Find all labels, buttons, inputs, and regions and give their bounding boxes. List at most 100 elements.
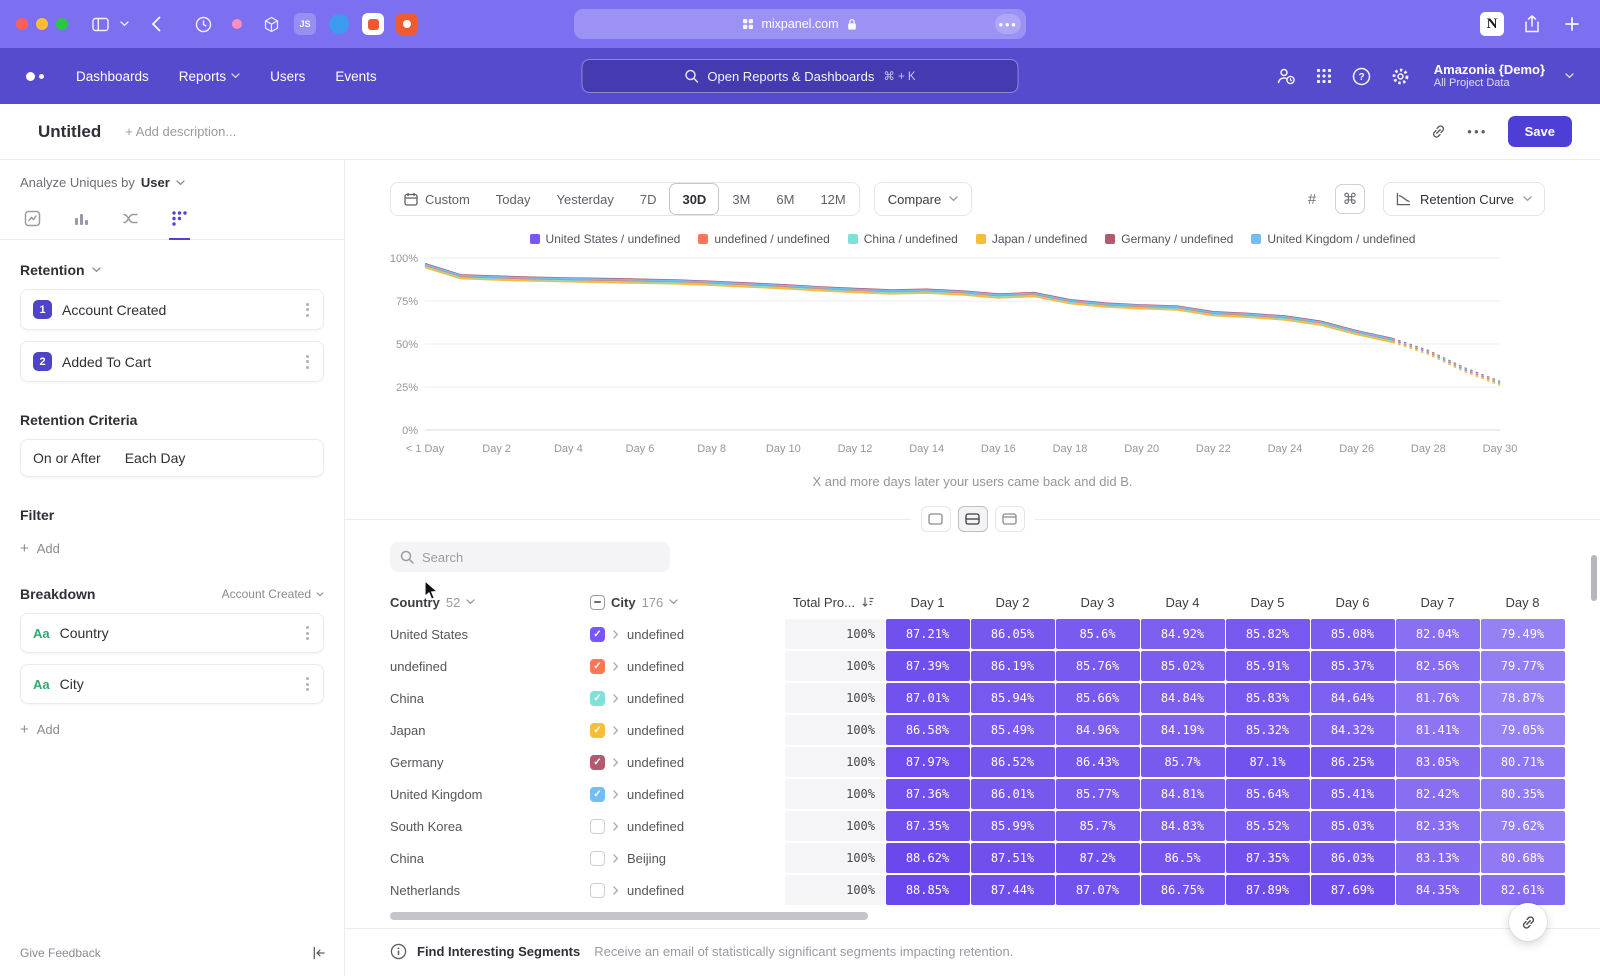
row-checkbox[interactable]	[590, 851, 605, 866]
retention-cell[interactable]: 87.89%	[1226, 875, 1310, 905]
chart-type-dropdown[interactable]: Retention Curve	[1383, 182, 1545, 216]
retention-cell[interactable]: 86.19%	[971, 651, 1055, 681]
analyze-uniques-row[interactable]: Analyze Uniques by User	[20, 175, 324, 190]
close-window-button[interactable]	[16, 18, 28, 30]
breakdown-context-dropdown[interactable]: Account Created	[222, 587, 324, 601]
expand-row-icon[interactable]	[613, 790, 619, 799]
zoom-window-button[interactable]	[56, 18, 68, 30]
range-7d[interactable]: 7D	[627, 183, 670, 215]
row-checkbox[interactable]: ✓	[590, 659, 605, 674]
expand-row-icon[interactable]	[613, 726, 619, 735]
retention-cell[interactable]: 85.77%	[1056, 779, 1140, 809]
retention-cell[interactable]: 84.32%	[1311, 715, 1395, 745]
floating-share-link-button[interactable]	[1509, 903, 1547, 941]
column-header-total[interactable]: Total Pro...	[785, 595, 885, 610]
retention-cell[interactable]: 85.7%	[1141, 747, 1225, 777]
retention-cell[interactable]: 83.05%	[1396, 747, 1480, 777]
retention-cell[interactable]: 88.62%	[886, 843, 970, 873]
retention-cell[interactable]: 79.77%	[1481, 651, 1565, 681]
new-tab-icon[interactable]	[1560, 12, 1584, 36]
retention-cell[interactable]: 83.13%	[1396, 843, 1480, 873]
row-checkbox[interactable]: ✓	[590, 691, 605, 706]
retention-cell[interactable]: 87.2%	[1056, 843, 1140, 873]
retention-cell[interactable]: 78.87%	[1481, 683, 1565, 713]
range-6m[interactable]: 6M	[763, 183, 807, 215]
retention-cell[interactable]: 85.08%	[1311, 619, 1395, 649]
retention-cell[interactable]: 87.35%	[886, 811, 970, 841]
copy-link-icon[interactable]	[1430, 123, 1447, 140]
expand-row-icon[interactable]	[613, 694, 619, 703]
retention-cell[interactable]: 85.7%	[1056, 811, 1140, 841]
select-all-checkbox[interactable]	[590, 595, 605, 610]
retention-cell[interactable]: 79.49%	[1481, 619, 1565, 649]
retention-cell[interactable]: 85.41%	[1311, 779, 1395, 809]
retention-cell[interactable]: 85.83%	[1226, 683, 1310, 713]
retention-cell[interactable]: 85.49%	[971, 715, 1055, 745]
scrollbar-thumb[interactable]	[390, 912, 868, 920]
view-table-only-button[interactable]	[995, 506, 1025, 532]
criteria-each-day[interactable]: Each Day	[125, 450, 186, 466]
project-switcher[interactable]: Amazonia {Demo} All Project Data	[1434, 62, 1545, 91]
column-header-day[interactable]: Day 4	[1140, 595, 1225, 610]
extension-mixpanel-icon[interactable]	[362, 13, 384, 35]
extension-orange-icon[interactable]	[396, 13, 418, 35]
nav-dashboards[interactable]: Dashboards	[76, 69, 149, 84]
retention-cell[interactable]: 85.64%	[1226, 779, 1310, 809]
analyze-entity[interactable]: User	[141, 175, 170, 190]
extension-clock-icon[interactable]	[192, 13, 214, 35]
retention-cell[interactable]: 85.99%	[971, 811, 1055, 841]
retention-cell[interactable]: 85.32%	[1226, 715, 1310, 745]
tab-funnels[interactable]	[71, 206, 92, 239]
mixpanel-logo[interactable]	[26, 72, 44, 81]
retention-cell[interactable]: 79.05%	[1481, 715, 1565, 745]
add-description[interactable]: + Add description...	[125, 124, 236, 139]
nav-reports[interactable]: Reports	[179, 69, 240, 84]
column-header-day[interactable]: Day 2	[970, 595, 1055, 610]
users-activity-icon[interactable]	[1276, 66, 1296, 86]
retention-cell[interactable]: 88.85%	[886, 875, 970, 905]
breakdown-options-icon[interactable]	[304, 675, 311, 693]
legend-item[interactable]: undefined / undefined	[698, 232, 829, 246]
retention-cell[interactable]: 82.56%	[1396, 651, 1480, 681]
retention-cell[interactable]: 85.76%	[1056, 651, 1140, 681]
share-icon[interactable]	[1520, 12, 1544, 36]
retention-cell[interactable]: 87.01%	[886, 683, 970, 713]
retention-cell[interactable]: 82.42%	[1396, 779, 1480, 809]
apps-grid-icon[interactable]	[1316, 68, 1332, 84]
column-header-country[interactable]: Country52	[390, 595, 590, 610]
legend-item[interactable]: Japan / undefined	[976, 232, 1087, 246]
retention-cell[interactable]: 87.07%	[1056, 875, 1140, 905]
retention-cell[interactable]: 82.04%	[1396, 619, 1480, 649]
column-header-city[interactable]: City176	[590, 595, 785, 610]
retention-cell[interactable]: 85.52%	[1226, 811, 1310, 841]
breakdown-property-name[interactable]: Country	[60, 625, 109, 641]
column-header-day[interactable]: Day 7	[1395, 595, 1480, 610]
retention-cell[interactable]: 85.66%	[1056, 683, 1140, 713]
retention-cell[interactable]: 87.36%	[886, 779, 970, 809]
table-search[interactable]	[390, 542, 670, 572]
retention-cell[interactable]: 87.21%	[886, 619, 970, 649]
column-header-day[interactable]: Day 5	[1225, 595, 1310, 610]
retention-cell[interactable]: 84.83%	[1141, 811, 1225, 841]
help-icon[interactable]: ?	[1352, 67, 1371, 86]
row-checkbox[interactable]: ✓	[590, 787, 605, 802]
retention-cell[interactable]: 80.35%	[1481, 779, 1565, 809]
range-3m[interactable]: 3M	[719, 183, 763, 215]
retention-cell[interactable]: 86.05%	[971, 619, 1055, 649]
breakdown-options-icon[interactable]	[304, 624, 311, 642]
retention-cell[interactable]: 85.37%	[1311, 651, 1395, 681]
expand-row-icon[interactable]	[613, 630, 619, 639]
table-search-input[interactable]	[422, 550, 642, 565]
column-header-day[interactable]: Day 3	[1055, 595, 1140, 610]
retention-cell[interactable]: 82.33%	[1396, 811, 1480, 841]
retention-cell[interactable]: 84.84%	[1141, 683, 1225, 713]
view-split-button[interactable]	[958, 506, 988, 532]
retention-cell[interactable]: 79.62%	[1481, 811, 1565, 841]
step-event-name[interactable]: Added To Cart	[62, 354, 151, 370]
legend-item[interactable]: Germany / undefined	[1105, 232, 1233, 246]
retention-cell[interactable]: 86.75%	[1141, 875, 1225, 905]
extension-cube-icon[interactable]	[260, 13, 282, 35]
step-card-1[interactable]: 1 Account Created	[20, 289, 324, 330]
step-options-icon[interactable]	[304, 301, 311, 319]
add-breakdown-button[interactable]: + Add	[20, 722, 324, 737]
